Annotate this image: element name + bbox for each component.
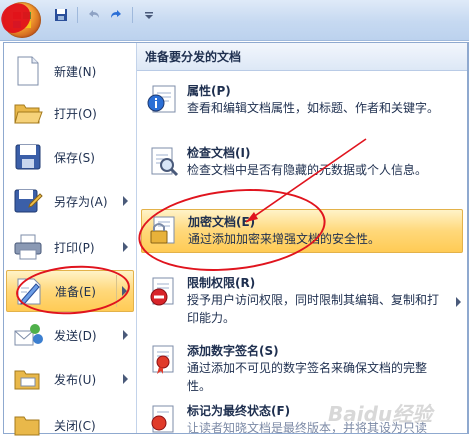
- save-disk-icon: [12, 141, 44, 173]
- inspect-document-icon: [151, 147, 179, 177]
- submenu-arrow-icon: [123, 330, 128, 340]
- submenu-arrow-icon: [123, 374, 128, 384]
- office-button[interactable]: [0, 0, 41, 38]
- properties-icon: [147, 85, 176, 113]
- quick-access-toolbar: [52, 6, 158, 24]
- watermark: Baidu经验: [328, 402, 433, 426]
- close-folder-icon: [12, 409, 44, 441]
- title-bar: [0, 0, 469, 41]
- menu-item-print[interactable]: 打印(P): [6, 227, 134, 267]
- menu-item-open[interactable]: 打开(O): [6, 93, 134, 133]
- menu-item-publish[interactable]: 发布(U): [6, 359, 134, 399]
- submenu-item-inspect[interactable]: 检查文档(I) 检查文档中是否有隐藏的元数据或个人信息。: [141, 141, 463, 185]
- toolbar-separator: [77, 7, 78, 23]
- submenu-arrow-icon: [123, 242, 128, 252]
- menu-item-close[interactable]: 关闭(C): [6, 405, 134, 445]
- menu-item-send[interactable]: 发送(D): [6, 315, 134, 355]
- red-scribble-mark: [0, 0, 35, 36]
- submenu-arrow-icon: [123, 196, 128, 206]
- restrict-permission-icon: [150, 277, 174, 306]
- menu-item-save[interactable]: 保存(S): [6, 137, 134, 177]
- submenu-header: 准备要分发的文档: [137, 43, 467, 71]
- digital-signature-icon: [152, 345, 174, 374]
- submenu-item-restrict[interactable]: 限制权限(R) 授予用户访问权限，同时限制其编辑、复制和打印能力。: [141, 271, 463, 331]
- left-command-list: 新建(N) 打开(O) 保存(S) 另存为(A) 打印(P) 准备(E) 发送(…: [4, 43, 136, 436]
- new-document-icon: [12, 55, 44, 87]
- menu-item-new[interactable]: 新建(N): [6, 51, 134, 91]
- open-folder-icon: [12, 97, 44, 129]
- toolbar-separator: [132, 7, 133, 23]
- send-icon: [12, 319, 44, 351]
- save-icon[interactable]: [52, 6, 70, 24]
- submenu-item-properties[interactable]: 属性(P) 查看和编辑文档属性，如标题、作者和关键字。: [141, 79, 463, 127]
- mark-final-icon: [151, 405, 174, 433]
- undo-icon[interactable]: [85, 6, 103, 24]
- printer-icon: [12, 231, 44, 263]
- save-as-icon: [12, 185, 44, 217]
- menu-item-save-as[interactable]: 另存为(A): [6, 181, 134, 221]
- publish-icon: [12, 363, 44, 395]
- customize-dropdown-icon[interactable]: [140, 6, 158, 24]
- submenu-arrow-icon: [456, 297, 461, 307]
- submenu-item-digital-signature[interactable]: 添加数字签名(S) 通过添加不可见的数字签名来确保文档的完整性。: [141, 339, 463, 393]
- redo-icon[interactable]: [107, 6, 125, 24]
